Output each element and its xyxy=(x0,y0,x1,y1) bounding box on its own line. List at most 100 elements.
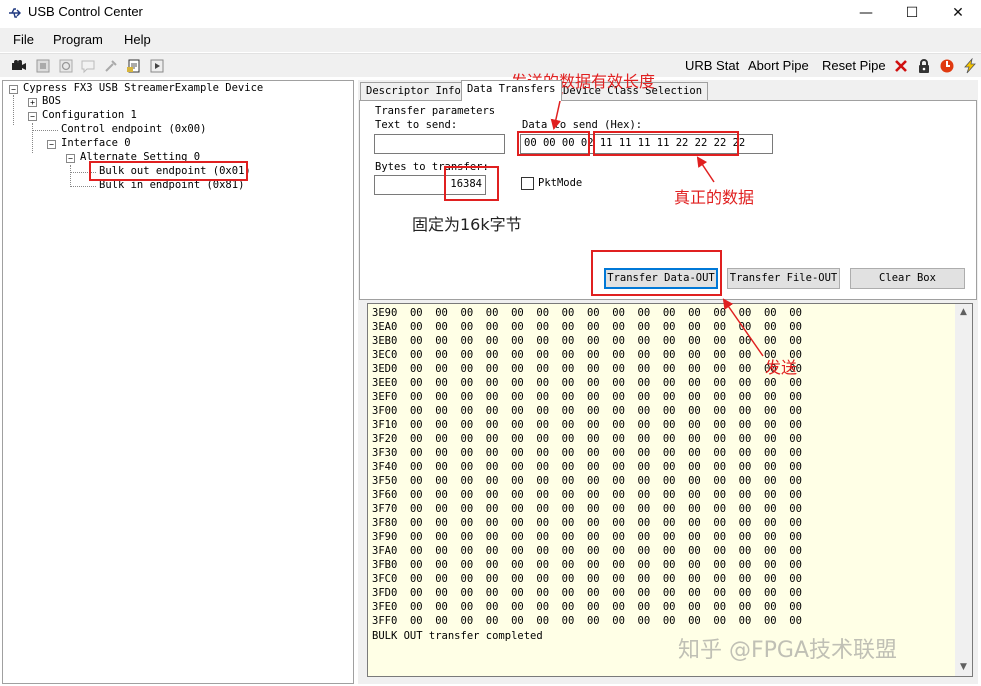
menu-program[interactable]: Program xyxy=(53,32,103,47)
minimize-button[interactable]: — xyxy=(843,0,889,26)
output-address: 3F80 xyxy=(372,517,398,529)
annotation-box-real-data xyxy=(593,131,739,156)
output-address: 3EF0 xyxy=(372,391,398,403)
output-line: 3EE0 00 00 00 00 00 00 00 00 00 00 00 00… xyxy=(372,377,802,389)
output-address: 3F60 xyxy=(372,489,398,501)
reset-device-icon[interactable] xyxy=(893,58,909,74)
lightning-icon[interactable] xyxy=(962,58,978,74)
lock-icon[interactable] xyxy=(916,58,932,74)
clear-box-button[interactable]: Clear Box xyxy=(850,268,965,289)
text-to-send-input[interactable] xyxy=(374,134,505,154)
output-address: 3F90 xyxy=(372,531,398,543)
tree-expander-configuration[interactable]: − xyxy=(28,112,37,121)
output-line: 3FC0 00 00 00 00 00 00 00 00 00 00 00 00… xyxy=(372,573,802,585)
toolbar: URB Stat Abort Pipe Reset Pipe xyxy=(0,53,981,77)
tools-icon[interactable] xyxy=(103,58,119,74)
stop-icon[interactable] xyxy=(35,58,51,74)
window-title: USB Control Center xyxy=(28,4,143,19)
urb-stat-button[interactable]: URB Stat xyxy=(685,58,739,73)
output-line: 3F60 00 00 00 00 00 00 00 00 00 00 00 00… xyxy=(372,489,802,501)
output-bytes: 00 00 00 00 00 00 00 00 00 00 00 00 00 0… xyxy=(409,377,802,389)
pktmode-label: PktMode xyxy=(538,177,583,189)
output-status: BULK OUT transfer completed xyxy=(372,630,543,642)
output-bytes: 00 00 00 00 00 00 00 00 00 00 00 00 00 0… xyxy=(409,545,802,557)
tree-connector xyxy=(70,186,96,187)
output-line: 3E90 00 00 00 00 00 00 00 00 00 00 00 00… xyxy=(372,307,802,319)
output-scrollbar[interactable]: ▲ ▼ xyxy=(955,304,972,676)
annotation-real-data-note: 真正的数据 xyxy=(674,188,755,207)
tree-item-bos[interactable]: BOS xyxy=(42,95,61,107)
output-bytes: 00 00 00 00 00 00 00 00 00 00 00 00 00 0… xyxy=(409,419,802,431)
output-box[interactable]: 3E90 00 00 00 00 00 00 00 00 00 00 00 00… xyxy=(367,303,973,677)
output-bytes: 00 00 00 00 00 00 00 00 00 00 00 00 00 0… xyxy=(409,321,802,333)
output-line: 3F40 00 00 00 00 00 00 00 00 00 00 00 00… xyxy=(372,461,802,473)
camera-icon[interactable] xyxy=(11,58,27,74)
output-bytes: 00 00 00 00 00 00 00 00 00 00 00 00 00 0… xyxy=(409,489,802,501)
load-file-icon[interactable] xyxy=(126,58,142,74)
output-address: 3FB0 xyxy=(372,559,398,571)
output-address: 3F50 xyxy=(372,475,398,487)
output-line: 3FF0 00 00 00 00 00 00 00 00 00 00 00 00… xyxy=(372,615,802,627)
output-line: 3F50 00 00 00 00 00 00 00 00 00 00 00 00… xyxy=(372,475,802,487)
output-bytes: 00 00 00 00 00 00 00 00 00 00 00 00 00 0… xyxy=(409,475,802,487)
refresh-icon[interactable] xyxy=(58,58,74,74)
scroll-up-arrow[interactable]: ▲ xyxy=(955,304,972,321)
output-address: 3EA0 xyxy=(372,321,398,333)
scroll-down-arrow[interactable]: ▼ xyxy=(955,659,972,676)
watermark: 知乎 @FPGA技术联盟 xyxy=(678,638,898,663)
annotation-box-length xyxy=(517,131,590,156)
reset-pipe-button[interactable]: Reset Pipe xyxy=(822,58,886,73)
menu-help[interactable]: Help xyxy=(124,32,151,47)
abort-pipe-button[interactable]: Abort Pipe xyxy=(748,58,809,73)
tree-expander-interface[interactable]: − xyxy=(47,140,56,149)
tree-item-control-endpoint[interactable]: Control endpoint (0x00) xyxy=(61,123,206,135)
tree-item-device[interactable]: Cypress FX3 USB StreamerExample Device xyxy=(23,82,263,94)
output-address: 3F20 xyxy=(372,433,398,445)
output-address: 3F40 xyxy=(372,461,398,473)
output-bytes: 00 00 00 00 00 00 00 00 00 00 00 00 00 0… xyxy=(409,615,802,627)
output-bytes: 00 00 00 00 00 00 00 00 00 00 00 00 00 0… xyxy=(409,307,802,319)
annotation-box-bytes xyxy=(444,166,499,201)
tree-item-interface[interactable]: Interface 0 xyxy=(61,137,131,149)
output-line: 3FE0 00 00 00 00 00 00 00 00 00 00 00 00… xyxy=(372,601,802,613)
transfer-file-out-button[interactable]: Transfer File-OUT xyxy=(727,268,840,289)
output-address: 3F10 xyxy=(372,419,398,431)
output-line: 3EF0 00 00 00 00 00 00 00 00 00 00 00 00… xyxy=(372,391,802,403)
data-to-send-label: Data to send (Hex): xyxy=(522,119,643,131)
output-line: 3F80 00 00 00 00 00 00 00 00 00 00 00 00… xyxy=(372,517,802,529)
tree-expander-bos[interactable]: + xyxy=(28,98,37,107)
output-bytes: 00 00 00 00 00 00 00 00 00 00 00 00 00 0… xyxy=(409,559,802,571)
tree-expander-alt-setting[interactable]: − xyxy=(66,154,75,163)
annotation-box-bulk-out xyxy=(89,161,248,181)
tree-connector xyxy=(32,130,58,131)
output-line: 3EB0 00 00 00 00 00 00 00 00 00 00 00 00… xyxy=(372,335,802,347)
output-address: 3EB0 xyxy=(372,335,398,347)
menu-bar: File Program Help xyxy=(0,28,981,52)
tree-item-configuration[interactable]: Configuration 1 xyxy=(42,109,137,121)
title-bar: USB Control Center — ☐ ✕ xyxy=(0,0,981,26)
tab-descriptor-info[interactable]: Descriptor Info xyxy=(360,82,467,100)
output-bytes: 00 00 00 00 00 00 00 00 00 00 00 00 00 0… xyxy=(409,601,802,613)
output-bytes: 00 00 00 00 00 00 00 00 00 00 00 00 00 0… xyxy=(409,349,802,361)
transfer-params-label: Transfer parameters xyxy=(375,105,496,117)
output-bytes: 00 00 00 00 00 00 00 00 00 00 00 00 00 0… xyxy=(409,447,802,459)
tree-expander-device[interactable]: − xyxy=(9,85,18,94)
output-address: 3FF0 xyxy=(372,615,398,627)
tab-data-transfers[interactable]: Data Transfers xyxy=(461,80,562,101)
output-line: 3ED0 00 00 00 00 00 00 00 00 00 00 00 00… xyxy=(372,363,802,375)
output-address: 3ED0 xyxy=(372,363,398,375)
comment-icon[interactable] xyxy=(80,58,96,74)
tree-connector xyxy=(13,95,14,125)
output-bytes: 00 00 00 00 00 00 00 00 00 00 00 00 00 0… xyxy=(409,587,802,599)
output-address: 3F30 xyxy=(372,447,398,459)
maximize-button[interactable]: ☐ xyxy=(889,0,935,26)
cycle-port-icon[interactable] xyxy=(939,58,955,74)
pktmode-checkbox[interactable] xyxy=(521,177,534,190)
text-to-send-label: Text to send: xyxy=(375,119,458,131)
output-line: 3F10 00 00 00 00 00 00 00 00 00 00 00 00… xyxy=(372,419,802,431)
output-bytes: 00 00 00 00 00 00 00 00 00 00 00 00 00 0… xyxy=(409,503,802,515)
menu-file[interactable]: File xyxy=(13,32,34,47)
play-icon[interactable] xyxy=(149,58,165,74)
close-button[interactable]: ✕ xyxy=(935,0,981,26)
usb-app-icon xyxy=(9,8,21,18)
